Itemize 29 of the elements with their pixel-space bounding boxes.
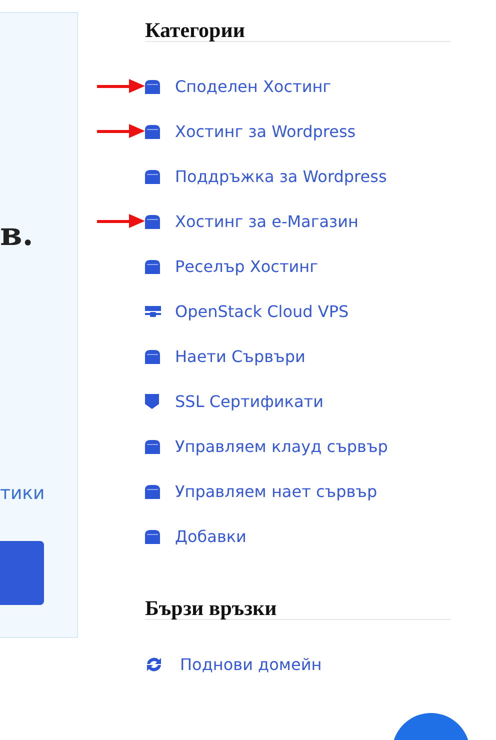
- box-icon: [145, 484, 160, 498]
- category-link[interactable]: OpenStack Cloud VPS: [175, 302, 349, 321]
- category-link[interactable]: Управляем клауд сървър: [175, 437, 388, 456]
- box-icon: [145, 170, 160, 184]
- category-link[interactable]: Реселър Хостинг: [175, 257, 318, 276]
- box-icon: [145, 440, 160, 454]
- quick-link[interactable]: Поднови домейн: [180, 655, 322, 674]
- category-link[interactable]: Управляем нает сървър: [175, 482, 378, 501]
- box-icon: [145, 350, 160, 364]
- box-icon: [145, 214, 160, 228]
- box-icon: [145, 530, 160, 544]
- category-link[interactable]: Добавки: [175, 527, 246, 546]
- section-heading: Бързи връзки: [145, 578, 451, 620]
- box-icon: [145, 80, 160, 94]
- chat-button[interactable]: [394, 713, 468, 740]
- category-link[interactable]: Наети Сървъри: [175, 347, 306, 366]
- server-icon: [145, 306, 161, 318]
- shield-icon: [145, 394, 159, 409]
- category-link[interactable]: Хостинг за Wordpress: [175, 122, 356, 141]
- refresh-icon: [145, 656, 163, 673]
- category-link[interactable]: Поддръжка за Wordpress: [175, 167, 387, 186]
- category-link[interactable]: Хостинг за е-Магазин: [175, 212, 358, 231]
- category-link[interactable]: Споделен Хостинг: [175, 77, 332, 96]
- category-link[interactable]: SSL Сертификати: [175, 392, 324, 411]
- link[interactable]: тики: [0, 483, 45, 504]
- section-heading: Категории: [145, 0, 451, 42]
- box-icon: [145, 124, 160, 138]
- heading-text: в.: [0, 215, 34, 253]
- box-icon: [145, 260, 160, 274]
